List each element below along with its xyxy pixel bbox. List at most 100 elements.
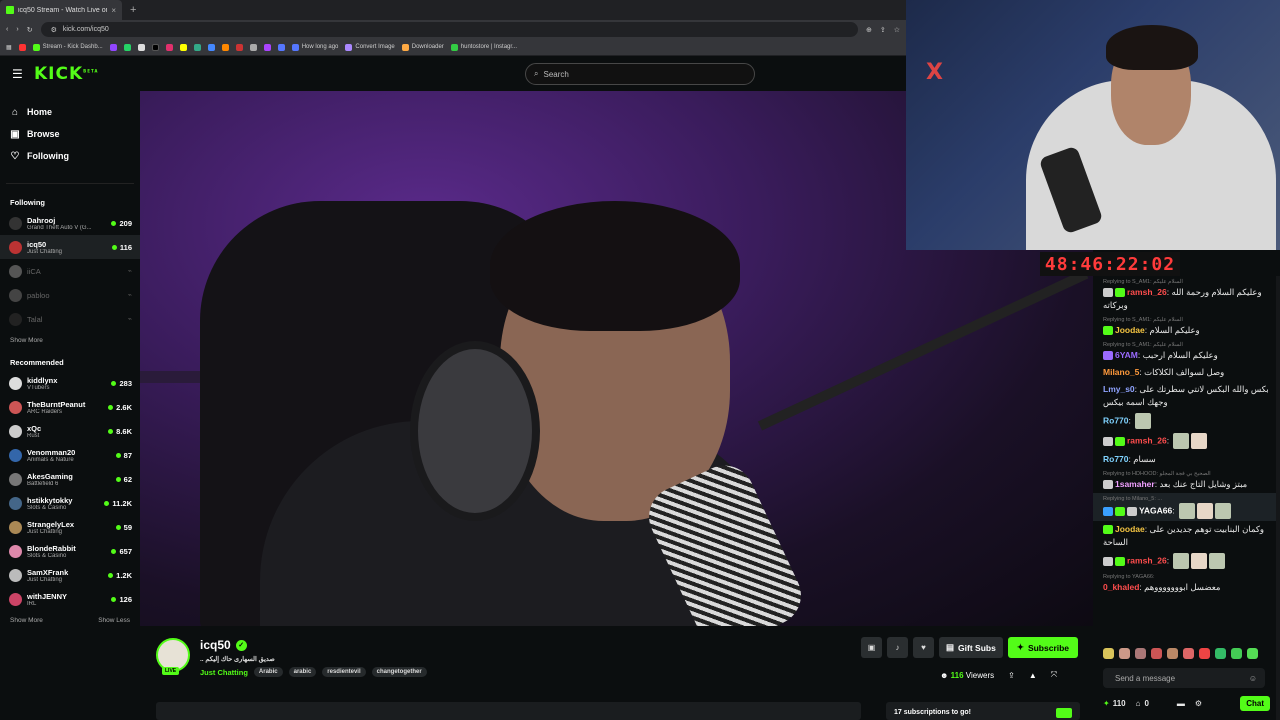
chat-message[interactable]: Replying to Milano_5: ... YAGA66: bbox=[1093, 493, 1280, 521]
chat-username[interactable]: 1samaher bbox=[1115, 479, 1155, 489]
tag-pill[interactable]: resdientevil bbox=[322, 667, 366, 677]
chat-message[interactable]: Replying to S_AM1: السلام عليكم Joodae: و… bbox=[1093, 314, 1280, 339]
tag-pill[interactable]: arabic bbox=[288, 667, 317, 677]
sidebar-channel[interactable]: SamXFrank Just Chatting 1.2K bbox=[0, 563, 140, 587]
emote-icon[interactable] bbox=[1167, 648, 1178, 659]
bookmark-icon-instagram[interactable] bbox=[165, 43, 173, 51]
chat-username[interactable]: Joodae bbox=[1115, 524, 1145, 534]
sidebar-channel[interactable]: kiddlynx VTubers 283 bbox=[0, 371, 140, 395]
gift-subs-button[interactable]: ▤ Gift Subs bbox=[939, 637, 1003, 658]
emoji-picker-icon[interactable]: ☺ bbox=[1249, 674, 1257, 683]
emote-icon[interactable] bbox=[1247, 648, 1258, 659]
chat-message[interactable]: Replying to YAGA66: 0_khaled: معضسل ابووو… bbox=[1093, 571, 1280, 596]
show-more-button[interactable]: Show More bbox=[10, 337, 43, 344]
sidebar-channel[interactable]: TheBurntPeanut ARC Raiders 2.6K bbox=[0, 395, 140, 419]
tag-pill[interactable]: Arabic bbox=[253, 667, 283, 677]
sidebar-channel[interactable]: hstikkytokky Slots & Casino 11.2K bbox=[0, 491, 140, 515]
bookmark-item[interactable]: Convert Image bbox=[345, 43, 395, 51]
sidebar-channel[interactable]: AkesGaming Battlefield 6 62 bbox=[0, 467, 140, 491]
close-tab-icon[interactable]: × bbox=[111, 6, 116, 15]
settings-gear-icon[interactable]: ⚙ bbox=[1195, 699, 1202, 708]
report-icon[interactable]: ▲ bbox=[1029, 671, 1037, 680]
bell-icon[interactable]: ♪ bbox=[887, 637, 908, 658]
chat-message[interactable]: Ro770: bbox=[1093, 411, 1280, 431]
bookmark-icon-x[interactable] bbox=[137, 43, 145, 51]
streamer-name[interactable]: icq50 bbox=[200, 638, 231, 652]
chat-username[interactable]: Milano_5 bbox=[1103, 367, 1139, 377]
chat-message[interactable]: ramsh_26: bbox=[1093, 431, 1280, 451]
chat-send-button[interactable]: Chat bbox=[1240, 695, 1270, 711]
bookmark-icon-youtube[interactable] bbox=[18, 43, 26, 51]
zoom-icon[interactable]: ⊕ bbox=[866, 26, 872, 34]
bookmark-icon-misc[interactable] bbox=[235, 43, 243, 51]
hide-chat-icon[interactable]: ⤧ bbox=[1051, 670, 1057, 680]
bookmark-icon-github[interactable] bbox=[249, 43, 257, 51]
share-icon[interactable]: ⇪ bbox=[880, 26, 886, 34]
bookmark-icon-misc[interactable] bbox=[221, 43, 229, 51]
sidebar-channel[interactable]: icq50 Just Chatting 116 bbox=[0, 235, 140, 259]
page-scrollbar[interactable] bbox=[1276, 276, 1280, 720]
share-icon[interactable]: ⇪ bbox=[1008, 671, 1015, 680]
sub-goal-button[interactable] bbox=[1056, 708, 1072, 718]
chat-message[interactable]: Milano_5: وصل لسوالف الكلاكات bbox=[1093, 364, 1280, 381]
emote-icon[interactable] bbox=[1199, 648, 1210, 659]
new-tab-button[interactable]: + bbox=[130, 4, 136, 16]
bookmark-item[interactable]: Stream - Kick Dashb... bbox=[32, 43, 103, 51]
bookmark-icon-misc[interactable] bbox=[207, 43, 215, 51]
apps-icon[interactable]: ▦ bbox=[6, 44, 12, 51]
emote-icon[interactable] bbox=[1119, 648, 1130, 659]
bookmark-icon-tiktok[interactable] bbox=[151, 43, 159, 51]
search-input[interactable]: ⌕ Search bbox=[525, 63, 755, 85]
chat-username[interactable]: YAGA66 bbox=[1139, 505, 1172, 515]
chat-username[interactable]: 0_khaled bbox=[1103, 582, 1139, 592]
emote-icon[interactable] bbox=[1103, 648, 1114, 659]
chat-username[interactable]: ramsh_26 bbox=[1127, 555, 1167, 565]
chat-username[interactable]: ramsh_26 bbox=[1127, 435, 1167, 445]
bookmark-icon-misc[interactable] bbox=[179, 43, 187, 51]
nav-home[interactable]: ⌂ Home bbox=[10, 101, 130, 123]
bookmark-icon-misc[interactable] bbox=[263, 43, 271, 51]
emote-icon[interactable] bbox=[1215, 648, 1226, 659]
sidebar-channel[interactable]: pabloo ⌁ bbox=[0, 283, 140, 307]
show-less-button[interactable]: Show Less bbox=[98, 617, 130, 624]
chat-username[interactable]: Joodae bbox=[1115, 325, 1145, 335]
chat-message[interactable]: Replying to S_AM1: السلام عليكم ramsh_26:… bbox=[1093, 276, 1280, 314]
sidebar-channel[interactable]: Talal ⌁ bbox=[0, 307, 140, 331]
sidebar-channel[interactable]: xQc Rust 8.6K bbox=[0, 419, 140, 443]
follow-heart-icon[interactable]: ♥ bbox=[913, 637, 934, 658]
emote-icon[interactable] bbox=[1231, 648, 1242, 659]
forward-icon[interactable]: › bbox=[16, 26, 18, 33]
emote-icon[interactable] bbox=[1135, 648, 1146, 659]
chat-message[interactable]: Ro770: سسام bbox=[1093, 451, 1280, 468]
nav-browse[interactable]: ▣ Browse bbox=[10, 123, 130, 145]
chat-username[interactable]: ramsh_26 bbox=[1127, 287, 1167, 297]
sidebar-channel[interactable]: withJENNY IRL 126 bbox=[0, 587, 140, 611]
emote-icon[interactable] bbox=[1183, 648, 1194, 659]
show-more-button[interactable]: Show More bbox=[10, 617, 43, 624]
sidebar-channel[interactable]: BlondeRabbit Slots & Casino 657 bbox=[0, 539, 140, 563]
subscribe-button[interactable]: ✦ Subscribe bbox=[1007, 637, 1079, 658]
bookmark-item[interactable]: Downloader bbox=[401, 43, 444, 51]
sidebar-channel[interactable]: StrangelyLex Just Chatting 59 bbox=[0, 515, 140, 539]
chat-username[interactable]: Ro770 bbox=[1103, 415, 1129, 425]
emote-icon[interactable] bbox=[1151, 648, 1162, 659]
bookmark-icon-twitch[interactable] bbox=[109, 43, 117, 51]
gift-counter[interactable]: ⌂ 0 bbox=[1136, 699, 1149, 708]
bookmark-item[interactable]: huntostore | Instagr... bbox=[450, 43, 517, 51]
bookmark-icon-whatsapp[interactable] bbox=[123, 43, 131, 51]
clip-icon[interactable]: ▣ bbox=[861, 637, 882, 658]
chat-message[interactable]: Joodae: وكمان البنابيت توهم جديدين على ا… bbox=[1093, 521, 1280, 551]
sidebar-channel[interactable]: Dahrooj Grand Theft Auto V (G... 209 bbox=[0, 211, 140, 235]
bookmark-star-icon[interactable]: ☆ bbox=[894, 26, 900, 34]
chat-bubble-icon[interactable]: ▬ bbox=[1177, 699, 1185, 708]
stream-category[interactable]: Just Chatting bbox=[200, 668, 248, 677]
menu-icon[interactable]: ☰ bbox=[12, 67, 23, 81]
bookmark-icon-misc[interactable] bbox=[277, 43, 285, 51]
chat-username[interactable]: Ro770 bbox=[1103, 454, 1129, 464]
chat-message[interactable]: Replying to S_AM1: السلام عليكم 6YAM: وعل… bbox=[1093, 339, 1280, 364]
chat-message[interactable]: Replying to HDHOOD: الصحيح بي فجة المجلو… bbox=[1093, 468, 1280, 493]
channel-points[interactable]: ✦ 110 bbox=[1103, 699, 1126, 708]
chat-username[interactable]: Lmy_s0 bbox=[1103, 384, 1135, 394]
chat-username[interactable]: 6YAM bbox=[1115, 350, 1138, 360]
browser-tab[interactable]: icq50 Stream - Watch Live on K × bbox=[0, 0, 122, 20]
